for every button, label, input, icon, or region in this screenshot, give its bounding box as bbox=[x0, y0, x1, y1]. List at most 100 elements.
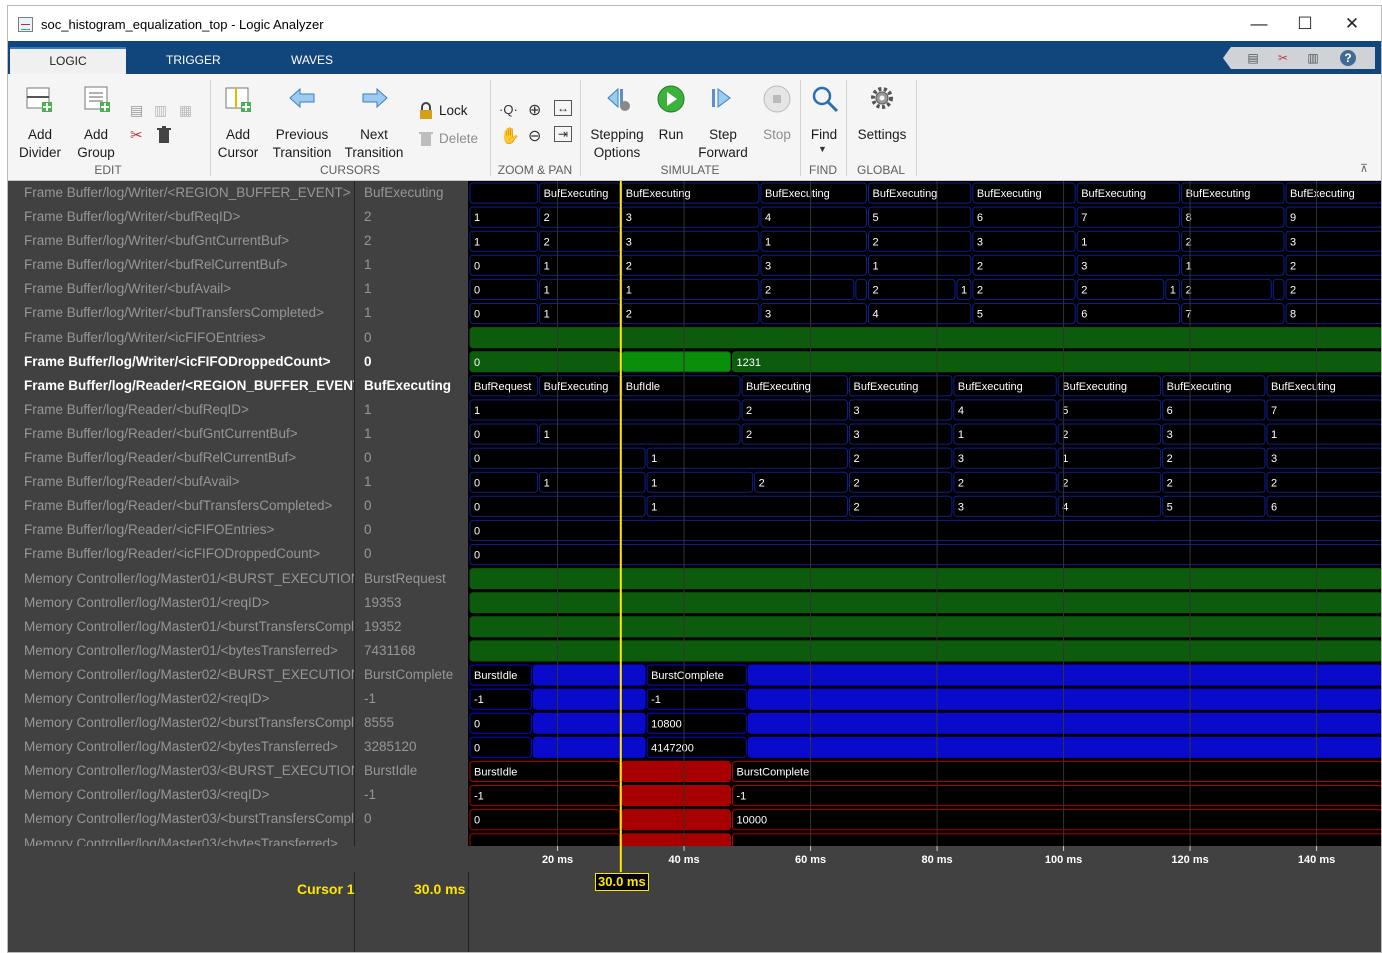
signal-name[interactable]: Frame Buffer/log/Reader/<bufTransfersCom… bbox=[8, 494, 354, 518]
signal-value: 1 bbox=[364, 257, 372, 273]
zoom-in-icon[interactable]: ⊕ bbox=[528, 100, 541, 120]
signal-name[interactable]: Frame Buffer/log/Writer/<REGION_BUFFER_E… bbox=[8, 181, 354, 205]
signal-value: 1 bbox=[364, 474, 372, 490]
add-divider-button[interactable]: Add Divider bbox=[12, 126, 68, 162]
section-edit: EDIT bbox=[94, 163, 122, 177]
next-transition-button[interactable]: Next Transition bbox=[342, 126, 406, 162]
wave-value-label: 2 bbox=[626, 309, 632, 321]
section-cursors: CURSORS bbox=[319, 163, 380, 177]
step-forward-icon bbox=[712, 88, 731, 108]
wave-value-label: 10000 bbox=[736, 815, 767, 827]
signal-name[interactable]: Memory Controller/log/Master01/<reqID> bbox=[8, 591, 354, 615]
signal-name[interactable]: Frame Buffer/log/Writer/<bufAvail> bbox=[8, 277, 354, 301]
wave-segment bbox=[1076, 230, 1181, 252]
settings-button[interactable]: Settings bbox=[854, 126, 910, 144]
signal-name[interactable]: Frame Buffer/log/Reader/<bufReqID> bbox=[8, 398, 354, 422]
signal-name[interactable]: Memory Controller/log/Master01/<BURST_EX… bbox=[8, 567, 354, 591]
tab-trigger[interactable]: TRIGGER bbox=[156, 47, 226, 74]
signal-name[interactable]: Frame Buffer/log/Reader/<bufRelCurrentBu… bbox=[8, 446, 354, 470]
add-cursor-button[interactable]: Add Cursor bbox=[210, 126, 266, 162]
minimize-button[interactable]: — bbox=[1236, 10, 1282, 38]
wave-value-label: 2 bbox=[544, 236, 550, 248]
maximize-button[interactable]: ☐ bbox=[1282, 10, 1328, 38]
find-button[interactable]: Find bbox=[806, 126, 842, 144]
signal-name[interactable]: Memory Controller/log/Master02/<BURST_EX… bbox=[8, 663, 354, 687]
wave-value-label: 2 bbox=[1186, 236, 1192, 248]
window-title: soc_histogram_equalization_top - Logic A… bbox=[41, 17, 324, 32]
signal-name[interactable]: Frame Buffer/log/Writer/<bufGntCurrentBu… bbox=[8, 229, 354, 253]
signal-name[interactable]: Memory Controller/log/Master01/<bytesTra… bbox=[8, 639, 354, 663]
wave-value-label: 1 bbox=[1170, 284, 1176, 296]
wave-value-label: 0 bbox=[474, 742, 480, 754]
wave-value-label: 2 bbox=[746, 405, 752, 417]
signal-name[interactable]: Memory Controller/log/Master03/<reqID> bbox=[8, 783, 354, 807]
add-group-button[interactable]: Add Group bbox=[70, 126, 122, 162]
paste-icon[interactable]: ▥ bbox=[154, 102, 167, 119]
close-button[interactable]: ✕ bbox=[1329, 10, 1375, 38]
signal-name[interactable]: Frame Buffer/log/Writer/<bufReqID> bbox=[8, 205, 354, 229]
delete-cursor-button[interactable]: Delete bbox=[439, 130, 478, 148]
signal-name[interactable]: Memory Controller/log/Master03/<bytesTra… bbox=[8, 832, 354, 846]
previous-transition-button[interactable]: Previous Transition bbox=[270, 126, 334, 162]
wave-value-label: 3 bbox=[626, 236, 632, 248]
signal-name[interactable]: Memory Controller/log/Master02/<reqID> bbox=[8, 687, 354, 711]
chevron-down-icon[interactable]: ▼ bbox=[818, 144, 827, 154]
wave-segment bbox=[646, 447, 849, 469]
signal-name[interactable]: Frame Buffer/log/Reader/<icFIFODroppedCo… bbox=[8, 542, 354, 566]
wave-value-label: 3 bbox=[958, 453, 964, 465]
wave-value-label: BurstIdle bbox=[474, 766, 517, 778]
lock-button[interactable]: Lock bbox=[439, 102, 468, 120]
waveform-canvas[interactable]: BufExecuting BufExecuting BufExecuting BufE… bbox=[469, 181, 1382, 855]
wave-segment bbox=[754, 471, 849, 493]
copy-icon[interactable]: ▤ bbox=[1245, 50, 1261, 66]
zoom-out-x-icon[interactable]: ·Q· bbox=[499, 102, 518, 117]
signal-value: BufExecuting bbox=[364, 377, 452, 393]
fit-to-view-icon[interactable]: ⇥ bbox=[554, 126, 573, 142]
wave-value-label: BufExecuting bbox=[1271, 381, 1336, 393]
wave-segment bbox=[731, 760, 1381, 782]
tab-waves[interactable]: WAVES bbox=[280, 47, 344, 74]
duplicate-icon[interactable]: ▦ bbox=[179, 102, 192, 119]
signal-name[interactable]: Frame Buffer/log/Reader/<REGION_BUFFER_E… bbox=[8, 374, 354, 398]
copy-icon[interactable]: ▤ bbox=[130, 102, 143, 119]
signal-name[interactable]: Memory Controller/log/Master03/<burstTra… bbox=[8, 807, 354, 831]
cut-icon[interactable]: ✂ bbox=[130, 126, 143, 144]
signal-name[interactable]: Memory Controller/log/Master01/<burstTra… bbox=[8, 615, 354, 639]
signal-name[interactable]: Frame Buffer/log/Writer/<bufRelCurrentBu… bbox=[8, 253, 354, 277]
signal-name[interactable]: Frame Buffer/log/Writer/<icFIFODroppedCo… bbox=[8, 350, 354, 374]
signal-name[interactable]: Frame Buffer/log/Reader/<bufAvail> bbox=[8, 470, 354, 494]
tab-logic-analyzer[interactable]: LOGIC ANALYZER bbox=[10, 47, 126, 93]
wave-segment bbox=[953, 447, 1057, 469]
wave-value-label: 3 bbox=[977, 236, 983, 248]
paste-icon[interactable]: ▥ bbox=[1305, 50, 1321, 66]
zoom-out-icon[interactable]: ⊖ bbox=[528, 126, 541, 146]
wave-segment bbox=[539, 278, 621, 301]
section-find: FIND bbox=[809, 163, 837, 177]
signal-name[interactable]: Memory Controller/log/Master03/<BURST_EX… bbox=[8, 759, 354, 783]
help-icon[interactable]: ? bbox=[1340, 50, 1356, 66]
wave-value-label: -1 bbox=[474, 791, 484, 803]
signal-name[interactable]: Frame Buffer/log/Reader/<icFIFOEntries> bbox=[8, 518, 354, 542]
cursor-time-marker[interactable]: 30.0 ms bbox=[595, 873, 649, 891]
signal-name[interactable]: Frame Buffer/log/Reader/<bufGntCurrentBu… bbox=[8, 422, 354, 446]
signal-name[interactable]: Frame Buffer/log/Writer/<icFIFOEntries> bbox=[8, 326, 354, 350]
wave-segment bbox=[855, 278, 867, 301]
wave-value-label: 1 bbox=[626, 284, 632, 296]
waveform-display[interactable]: BufExecuting BufExecuting BufExecuting BufE… bbox=[469, 181, 1382, 855]
wave-value-label: BufExecuting bbox=[1186, 188, 1251, 200]
wave-segment bbox=[1285, 230, 1381, 252]
step-forward-button[interactable]: Step Forward bbox=[692, 126, 754, 162]
signal-name[interactable]: Memory Controller/log/Master02/<burstTra… bbox=[8, 711, 354, 735]
signal-name[interactable]: Memory Controller/log/Master02/<bytesTra… bbox=[8, 735, 354, 759]
collapse-toolstrip-icon[interactable]: ⊼ bbox=[1360, 162, 1368, 175]
run-button[interactable]: Run bbox=[656, 126, 686, 144]
wave-value-label: BurstIdle bbox=[474, 670, 517, 682]
signal-name[interactable]: Frame Buffer/log/Writer/<bufTransfersCom… bbox=[8, 301, 354, 325]
stepping-options-button[interactable]: Stepping Options bbox=[586, 126, 648, 162]
cut-icon[interactable]: ✂ bbox=[1275, 50, 1291, 66]
fit-x-icon[interactable]: ↔ bbox=[554, 100, 572, 116]
pan-icon[interactable]: ✋ bbox=[500, 126, 520, 146]
delete-icon[interactable] bbox=[155, 125, 173, 145]
wave-segment bbox=[1181, 303, 1285, 325]
stop-button[interactable]: Stop bbox=[760, 126, 794, 144]
